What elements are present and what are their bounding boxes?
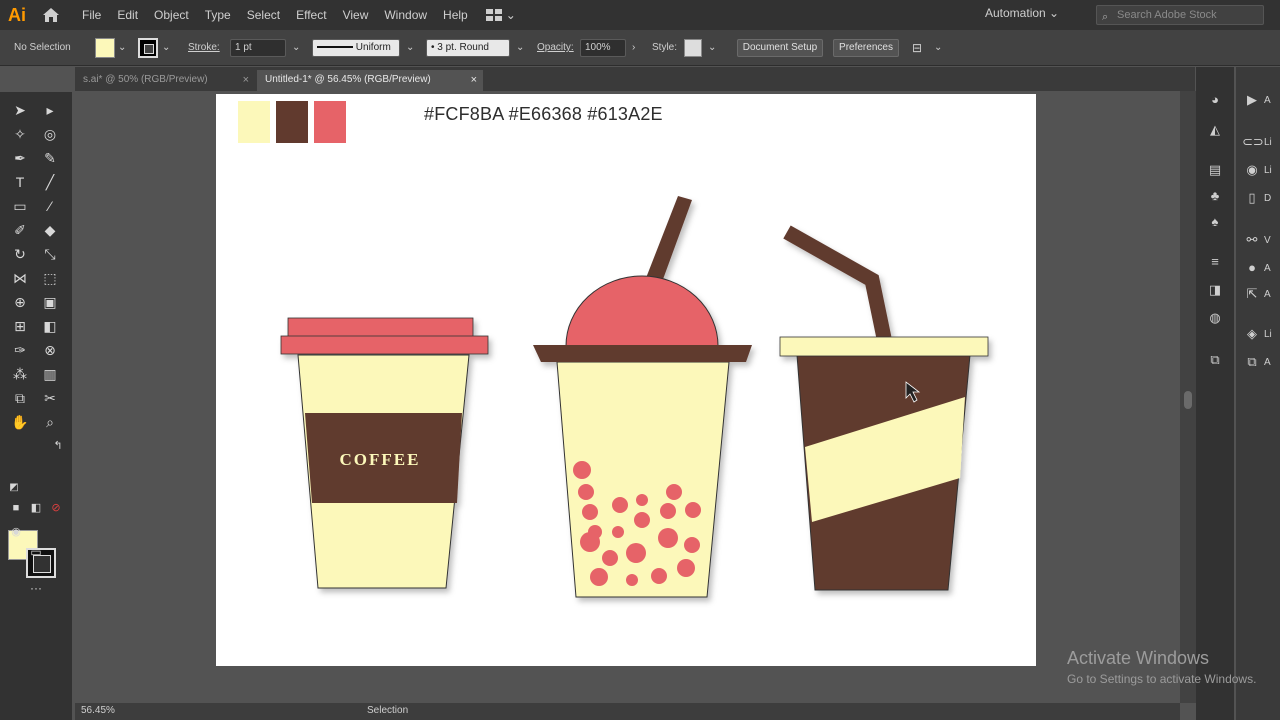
vertical-scrollbar[interactable] bbox=[1180, 91, 1196, 703]
play-icon[interactable]: ▶ bbox=[1242, 91, 1262, 109]
transparency-panel-icon[interactable]: ◨ bbox=[1205, 281, 1225, 299]
asset-export-icon[interactable]: ● bbox=[1242, 259, 1262, 277]
artboards-panel-icon[interactable]: ⧉ bbox=[1205, 351, 1225, 369]
watermark-title: Activate Windows bbox=[1067, 648, 1210, 668]
dock-label: A bbox=[1264, 263, 1271, 274]
dock-label: Li bbox=[1264, 137, 1272, 148]
appearance-panel-icon[interactable]: ◍ bbox=[1205, 309, 1225, 327]
dock-label: Li bbox=[1264, 329, 1272, 340]
libraries-panel-icon[interactable]: ◉ bbox=[1242, 161, 1262, 179]
dock-label: Li bbox=[1264, 165, 1272, 176]
dock-label: A bbox=[1264, 357, 1271, 368]
color-panel-icon[interactable]: ◕ bbox=[1205, 91, 1225, 109]
stroke-panel-icon[interactable]: ≡ bbox=[1205, 253, 1225, 271]
dock-label: A bbox=[1264, 289, 1271, 300]
scrollbar-thumb[interactable] bbox=[1184, 391, 1192, 409]
dock-label: D bbox=[1264, 193, 1272, 204]
gradient-panel-icon[interactable]: ◭ bbox=[1205, 121, 1225, 139]
image-trace-icon[interactable]: ▤ bbox=[1205, 161, 1225, 179]
status-bar: 56.45% Selection bbox=[75, 703, 1180, 720]
export-panel-icon[interactable]: ⇱ bbox=[1242, 285, 1262, 303]
panel-dock-icons: ◕ ◭ ▤ ♣ ♠ ≡ ◨ ◍ ⧉ bbox=[1196, 67, 1234, 720]
coffee-label: COFFEE bbox=[340, 450, 421, 469]
status-mode[interactable]: Selection bbox=[367, 705, 408, 716]
variables-panel-icon[interactable]: ⚯ bbox=[1242, 231, 1262, 249]
panel-dock-labels: ▶ A ⊂⊃ Li ◉ Li ▯ D ⚯ V ● A ⇱ A ◈ Li ⧉ A bbox=[1236, 67, 1280, 720]
striped-cup[interactable] bbox=[779, 225, 989, 591]
cup-illustrations: COFFEE bbox=[280, 196, 989, 598]
brushes-panel-icon[interactable]: ♠ bbox=[1205, 213, 1225, 231]
zoom-level[interactable]: 56.45% bbox=[81, 705, 115, 716]
dock-label: A bbox=[1264, 95, 1271, 106]
bubble-tea-cup[interactable] bbox=[533, 196, 752, 598]
symbols-panel-icon[interactable]: ♣ bbox=[1205, 187, 1225, 205]
document-info-icon[interactable]: ▯ bbox=[1242, 189, 1262, 207]
layers-panel-icon[interactable]: ◈ bbox=[1242, 325, 1262, 343]
links-panel-icon[interactable]: ⊂⊃ bbox=[1242, 133, 1264, 151]
dock-label: V bbox=[1264, 235, 1271, 246]
activation-watermark: Activate Windows Go to Settings to activ… bbox=[1067, 648, 1256, 686]
watermark-subtitle: Go to Settings to activate Windows. bbox=[1067, 672, 1257, 686]
artboards-list-icon[interactable]: ⧉ bbox=[1242, 353, 1262, 371]
